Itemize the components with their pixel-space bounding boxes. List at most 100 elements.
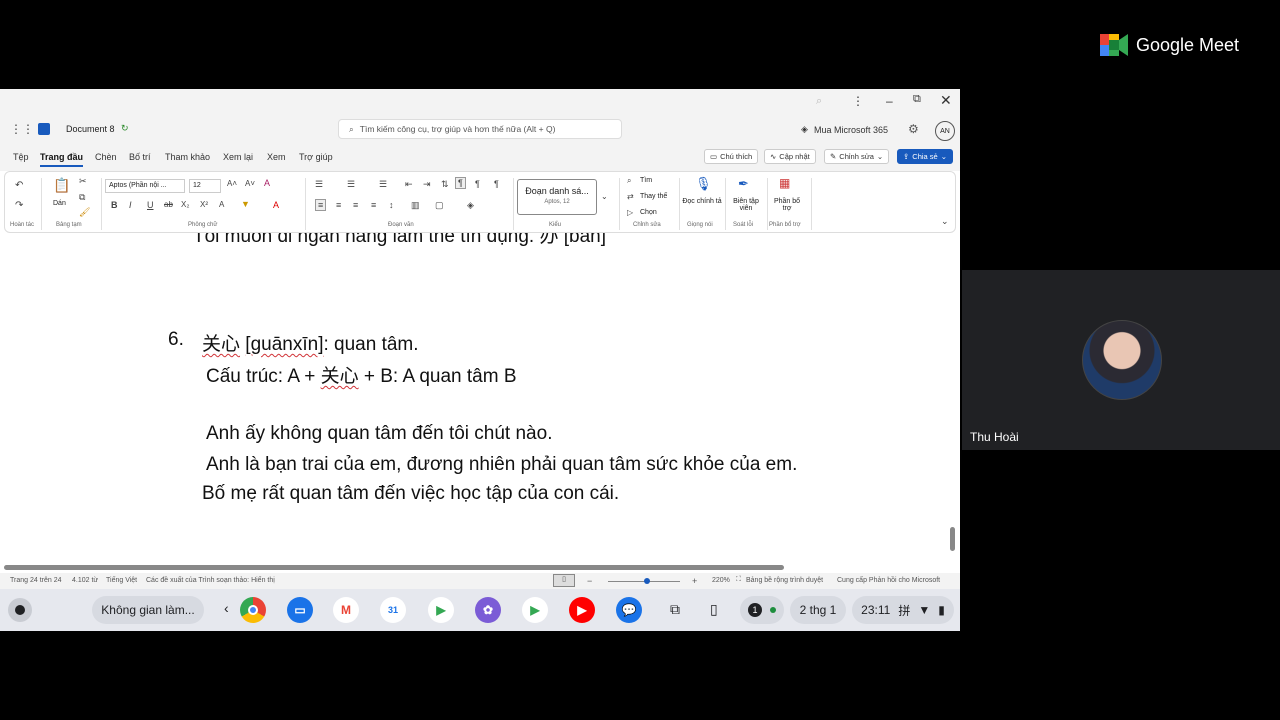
replace-label[interactable]: Thay thế (640, 193, 667, 200)
copy-icon[interactable]: ⧉ (79, 192, 85, 203)
numbering-icon[interactable]: ☰ (347, 179, 355, 190)
page-view-icon[interactable]: ▯ (553, 574, 575, 587)
addins-icon[interactable]: ▦ (779, 176, 790, 190)
catch-up-button[interactable]: ∿ Cập nhật (764, 149, 816, 164)
launcher-button[interactable] (8, 598, 32, 622)
tab-references[interactable]: Tham khảo (165, 152, 210, 162)
replace-icon[interactable]: ⇄ (627, 192, 634, 201)
shading-icon[interactable]: ◈ (467, 200, 474, 211)
highlight-icon[interactable]: ▼ (241, 199, 250, 209)
more-icon[interactable]: ⋮ (852, 94, 864, 108)
horizontal-scrollbar[interactable] (4, 565, 784, 570)
browser-width[interactable]: Bảng bề rộng trình duyệt (746, 577, 823, 584)
align-right-icon[interactable]: ≡ (353, 200, 358, 210)
document-canvas[interactable]: Tôi muốn đi ngân hàng làm thẻ tín dụng. … (0, 233, 960, 561)
style-gallery-item[interactable]: Đoạn danh sá... Aptos, 12 (517, 179, 597, 215)
tab-view[interactable]: Xem (267, 152, 286, 162)
multilevel-list-icon[interactable]: ☰ (379, 179, 387, 190)
align-center-icon[interactable]: ≡ (336, 200, 341, 210)
search-box[interactable]: ⌕ Tìm kiếm công cụ, trợ giúp và hơn thế … (338, 119, 622, 139)
feedback-link[interactable]: Cung cấp Phản hồi cho Microsoft (837, 577, 940, 584)
tab-review[interactable]: Xem lại (223, 152, 253, 162)
decrease-indent-icon[interactable]: ⇤ (405, 179, 413, 190)
line-spacing-icon[interactable]: ↕ (389, 200, 394, 210)
ribbon-collapse-icon[interactable]: ⌄ (941, 216, 949, 227)
shelf-chevron-left-icon[interactable]: ‹ (224, 600, 229, 616)
share-button[interactable]: ⇪ Chia sẻ ⌄ (897, 149, 954, 164)
styles-expand-icon[interactable]: ⌄ (601, 192, 608, 201)
justify-icon[interactable]: ≡ (371, 200, 376, 210)
font-size-select[interactable]: 12 (189, 179, 221, 193)
meet-app-icon[interactable]: ▶ (428, 597, 454, 623)
grow-font-icon[interactable]: A˄ (227, 179, 237, 188)
restore-icon[interactable]: ⧉ (913, 93, 921, 106)
microphone-icon[interactable]: 🎙 (695, 176, 712, 192)
zoom-icon[interactable]: ⌕ (816, 95, 822, 108)
word-count[interactable]: 4.102 từ (72, 577, 98, 584)
editor-icon[interactable]: ✒ (738, 176, 749, 192)
editor-label[interactable]: Biên tập viên (728, 198, 764, 212)
tab-file[interactable]: Tệp (13, 152, 29, 162)
youtube-icon[interactable]: ▶ (569, 597, 595, 623)
account-avatar[interactable]: AN (935, 121, 955, 141)
files-icon[interactable]: ▭ (287, 597, 313, 623)
screen-capture-icon[interactable]: ⧉ (670, 601, 680, 618)
increase-indent-icon[interactable]: ⇥ (423, 179, 431, 190)
status-tray[interactable]: 23:11 拼 ▼ ▮ (852, 596, 954, 624)
photos-icon[interactable]: ✿ (475, 597, 501, 623)
addins-label[interactable]: Phần bổ trợ (769, 198, 805, 212)
align-left-icon[interactable]: ≡ (315, 199, 327, 211)
paste-label[interactable]: Dán (53, 200, 66, 207)
find-label[interactable]: Tìm (640, 177, 652, 184)
zoom-level[interactable]: 220% (712, 577, 730, 584)
paste-icon[interactable]: 📋 (53, 177, 70, 194)
settings-icon[interactable]: ⚙ (908, 122, 919, 136)
italic-icon[interactable]: I (129, 200, 132, 210)
font-color-icon[interactable]: A (273, 200, 279, 210)
rtl-icon[interactable]: ¶ (494, 179, 499, 189)
language[interactable]: Tiếng Việt (106, 577, 137, 584)
superscript-icon[interactable]: X² (200, 200, 208, 209)
notification-tray[interactable]: 1 (740, 596, 784, 624)
select-label[interactable]: Chọn (640, 209, 657, 216)
find-icon[interactable]: ⌕ (627, 176, 631, 186)
close-icon[interactable]: ✕ (940, 92, 952, 109)
page-count[interactable]: Trang 24 trên 24 (10, 577, 62, 584)
bold-icon[interactable]: B (111, 200, 118, 210)
font-name-select[interactable]: Aptos (Phần nội ... (105, 179, 185, 193)
chrome-icon[interactable] (240, 597, 266, 623)
cut-icon[interactable]: ✂ (79, 176, 87, 187)
undo-icon[interactable]: ↶ (15, 180, 23, 191)
play-store-icon[interactable]: ▶ (522, 597, 548, 623)
borders-icon[interactable]: ▢ (435, 200, 444, 211)
select-icon[interactable]: ▷ (627, 208, 633, 217)
document-title[interactable]: Document 8 (66, 124, 115, 134)
zoom-out-icon[interactable]: − (587, 576, 592, 586)
columns-icon[interactable]: ▥ (411, 200, 420, 211)
clear-format-icon[interactable]: A (264, 178, 270, 188)
comments-button[interactable]: ▭ Chú thích (704, 149, 759, 164)
participant-tile[interactable]: Thu Hoài (962, 270, 1280, 450)
show-formatting-icon[interactable]: ¶ (455, 177, 466, 189)
tab-layout[interactable]: Bố trí (129, 152, 151, 162)
bullets-icon[interactable]: ☰ (315, 179, 323, 190)
buy-microsoft-365[interactable]: Mua Microsoft 365 (814, 125, 888, 135)
shrink-font-icon[interactable]: A˅ (245, 179, 255, 188)
dictate-label[interactable]: Đọc chính tả (682, 198, 722, 205)
editor-suggestions[interactable]: Các đề xuất của Trình soạn thảo: Hiển th… (146, 577, 275, 584)
calendar-icon[interactable]: 31 (380, 597, 406, 623)
gmail-icon[interactable]: M (333, 597, 359, 623)
tab-home[interactable]: Trang đầu (40, 152, 84, 167)
tab-insert[interactable]: Chèn (95, 152, 117, 162)
zoom-slider-thumb[interactable] (644, 578, 650, 584)
zoom-in-icon[interactable]: + (692, 576, 697, 586)
sort-icon[interactable]: ⇅ (441, 179, 449, 190)
underline-icon[interactable]: U (147, 200, 154, 210)
minimize-icon[interactable]: – (886, 94, 893, 108)
format-painter-icon[interactable]: 🖌 (79, 207, 90, 218)
text-effects-icon[interactable]: A (219, 200, 224, 209)
tab-help[interactable]: Trợ giúp (299, 152, 333, 162)
ltr-icon[interactable]: ¶ (475, 179, 480, 189)
phone-hub-icon[interactable]: ▯ (710, 601, 718, 618)
messages-icon[interactable]: 💬 (616, 597, 642, 623)
